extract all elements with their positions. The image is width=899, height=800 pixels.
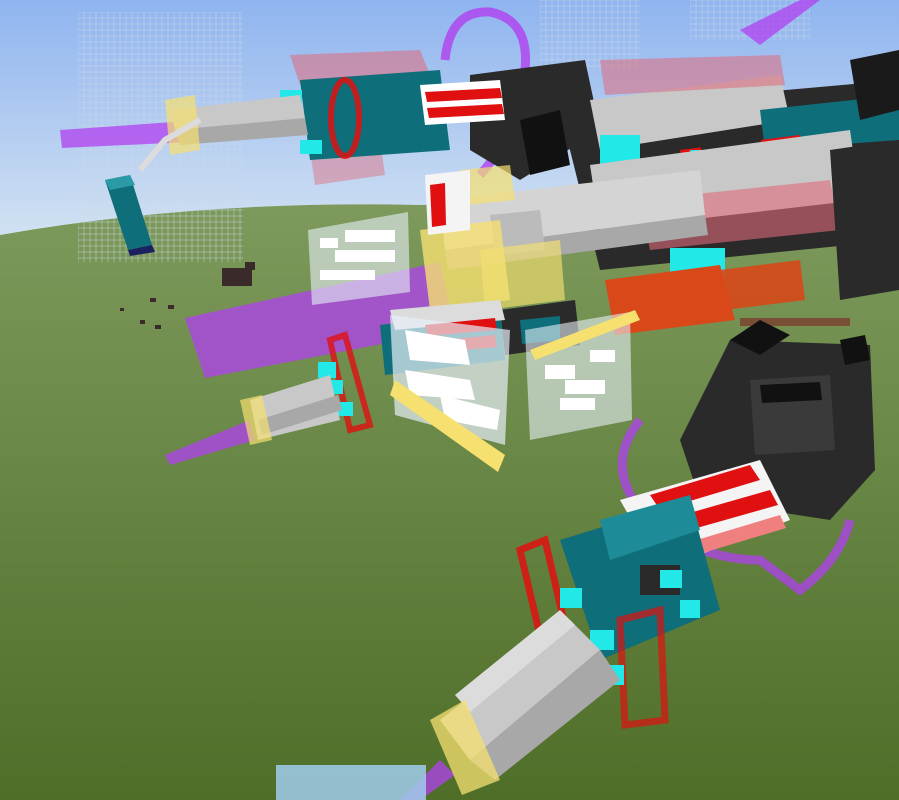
game-viewport[interactable] bbox=[0, 0, 899, 800]
minecraft-world[interactable] bbox=[0, 0, 899, 800]
hud-slot-highlight bbox=[276, 765, 426, 800]
